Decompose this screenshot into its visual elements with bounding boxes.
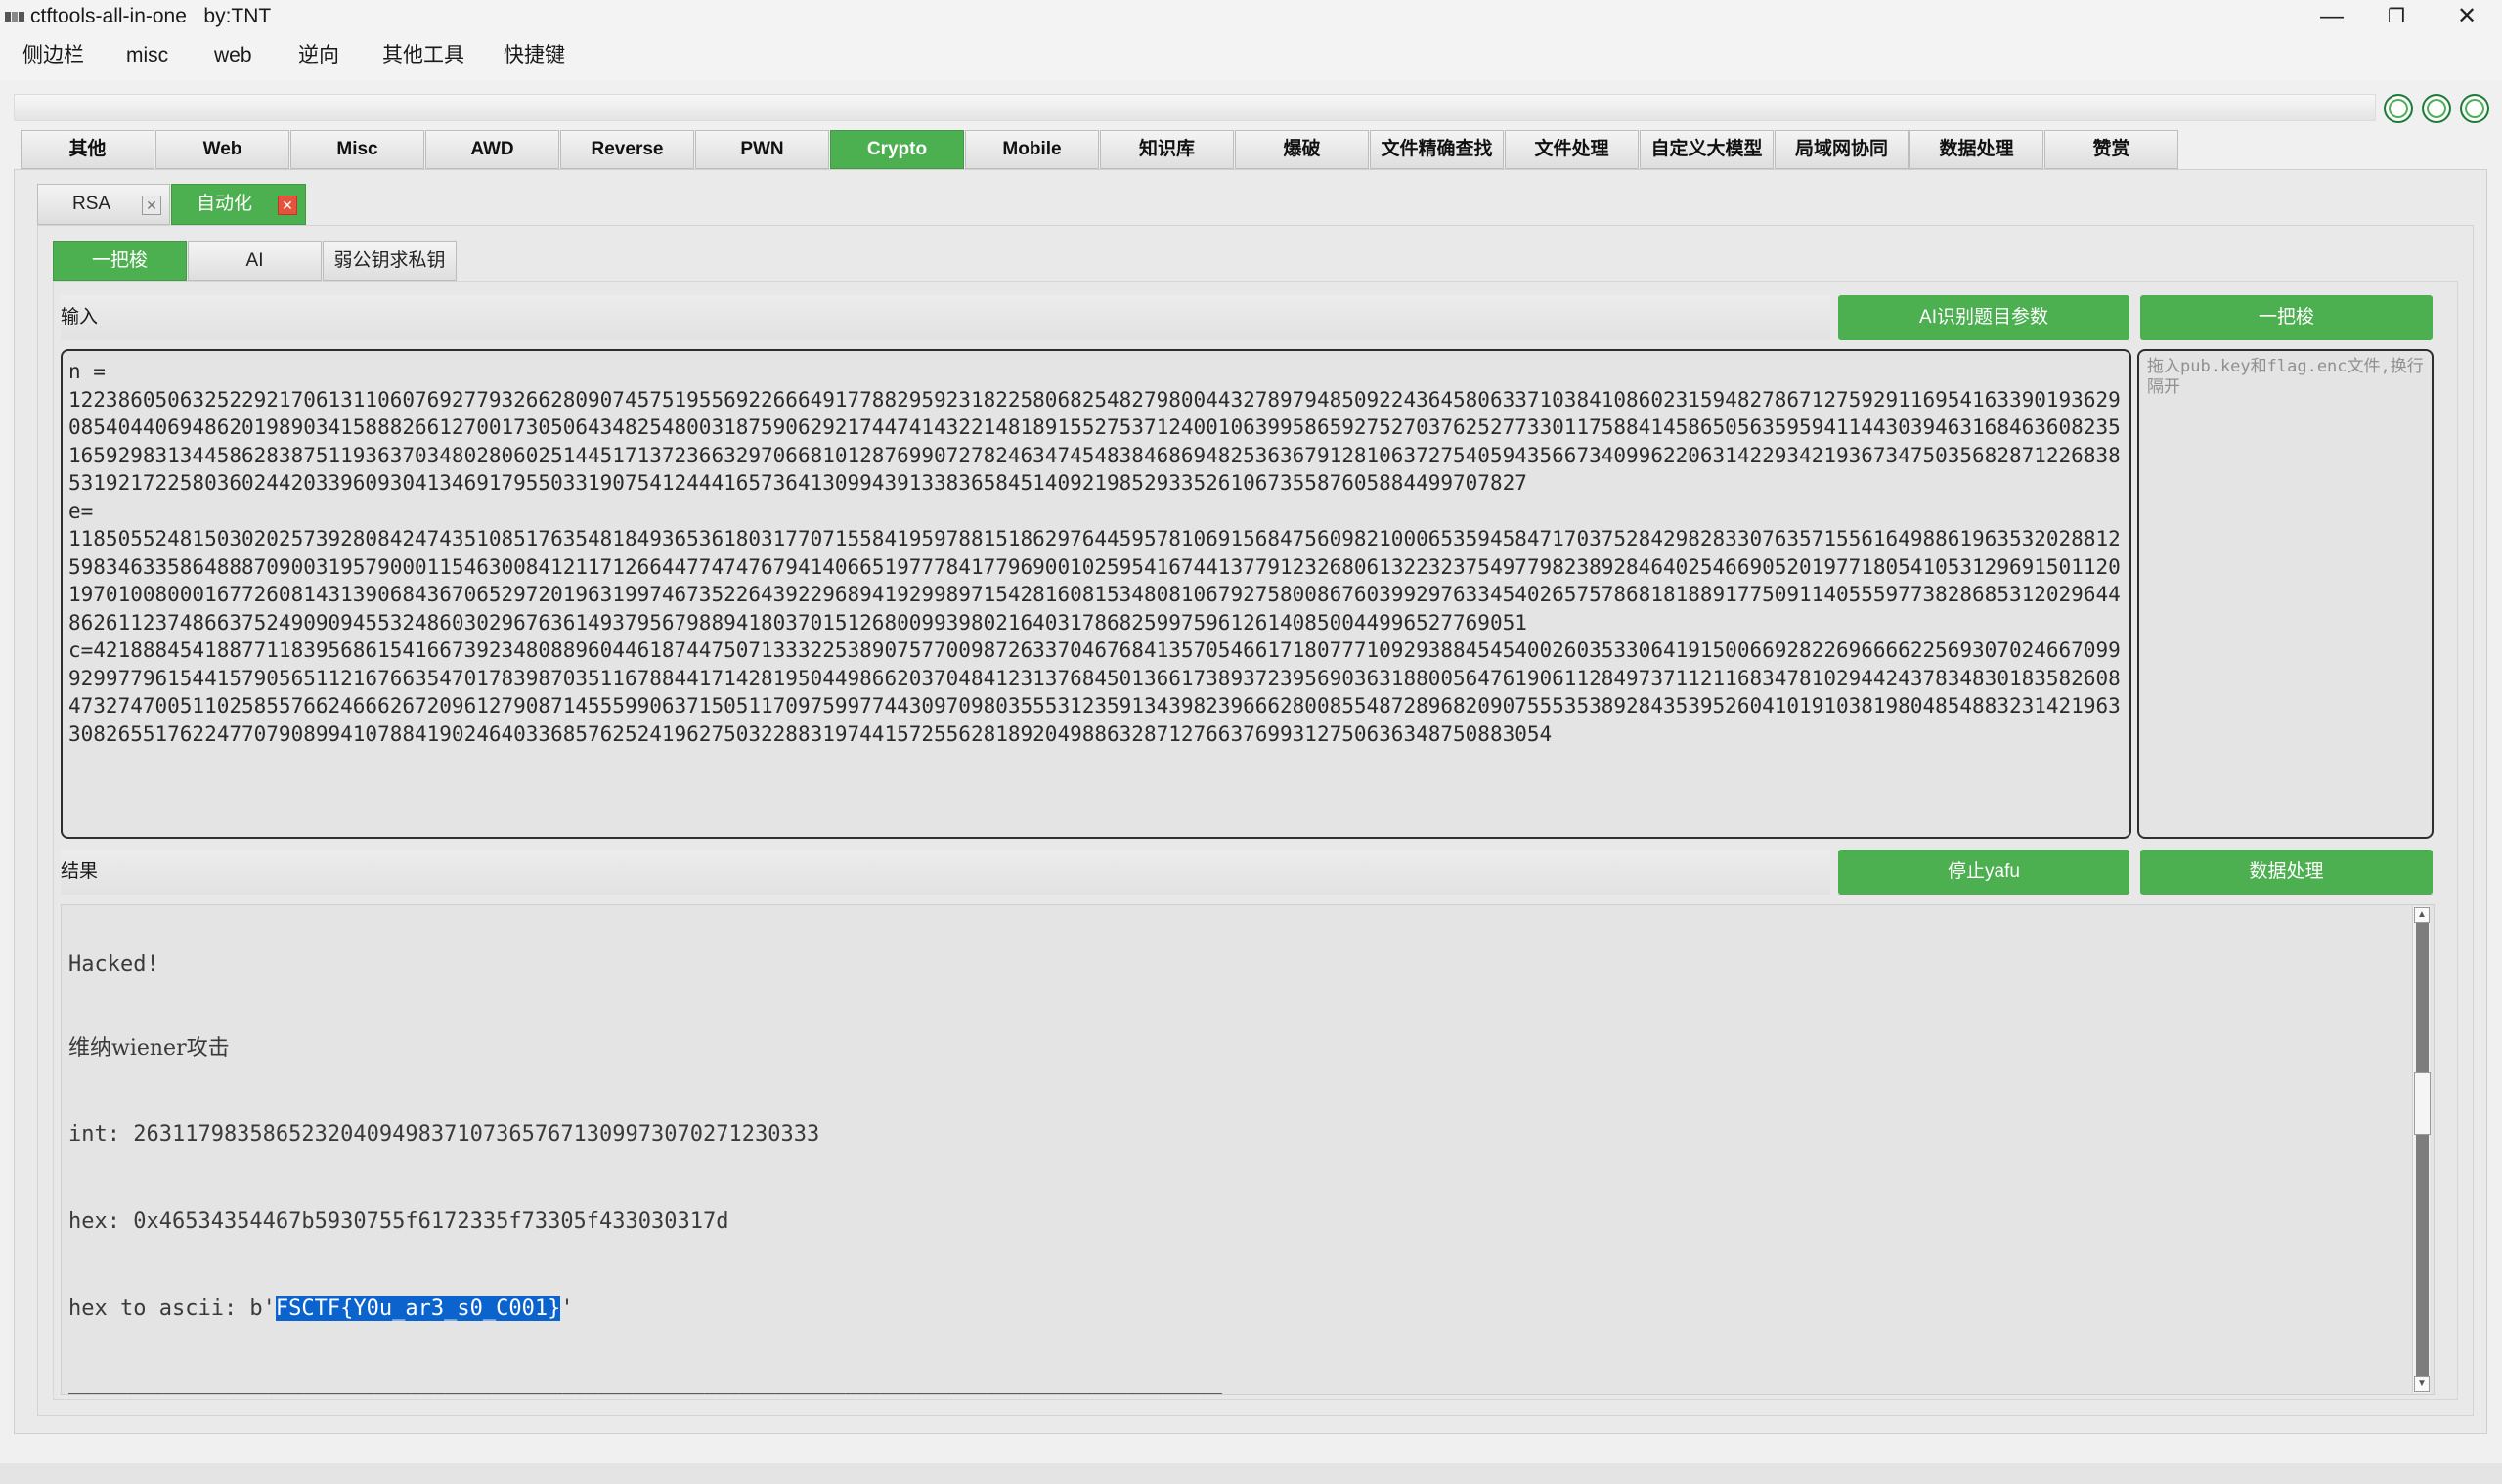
circle-button-3[interactable] [2460,94,2489,123]
scroll-down-icon[interactable]: ▼ [2414,1376,2430,1392]
tab-lan-collab[interactable]: 局域网协同 [1775,130,1909,169]
input-textarea[interactable]: n = 122386050632522921706131106076927793… [61,349,2131,839]
window-title: ctftools-all-in-one by:TNT [30,5,272,27]
minimize-button[interactable]: — [2303,0,2361,33]
tab-bruteforce[interactable]: 爆破 [1235,130,1369,169]
subtab-rsa[interactable]: RSA ✕ [37,184,170,225]
close-window-button[interactable]: ✕ [2437,0,2496,33]
tab-file-search[interactable]: 文件精确查找 [1370,130,1504,169]
subtab-rsa-label: RSA [72,194,111,214]
app-icon [5,12,24,22]
menu-misc[interactable]: misc [126,43,168,68]
tab-misc[interactable]: Misc [290,130,424,169]
subtab-automation[interactable]: 自动化 ✕ [171,184,306,225]
tab-knowledge-base[interactable]: 知识库 [1100,130,1234,169]
tab-crypto[interactable]: Crypto [830,130,964,169]
status-strip [0,1463,2502,1484]
tab-one-click[interactable]: 一把梭 [53,241,187,281]
tab-file-processing[interactable]: 文件处理 [1505,130,1639,169]
tab-awd[interactable]: AWD [425,130,559,169]
tab-data-processing[interactable]: 数据处理 [1909,130,2043,169]
tab-mobile[interactable]: Mobile [965,130,1099,169]
circle-button-2[interactable] [2422,94,2451,123]
tab-ai[interactable]: AI [188,241,322,281]
result-int: int: 26311798358652320409498371073657671… [68,1122,820,1147]
subtab-automation-label: 自动化 [197,194,253,214]
menu-sidebar[interactable]: 侧边栏 [22,43,84,68]
flag-selection[interactable]: FSCTF{Y0u_ar3_s0_C001} [275,1296,561,1321]
menu-web[interactable]: web [214,43,252,68]
ascii-suffix: ' [560,1296,574,1321]
file-drop-area[interactable]: 拖入pub.key和flag.enc文件,换行隔开 [2137,349,2434,839]
close-icon[interactable]: ✕ [278,196,297,215]
menu-bar [0,33,2502,80]
tab-other[interactable]: 其他 [21,130,154,169]
result-separator: ________________________________________… [68,1371,1223,1394]
result-label: 结果 [61,850,1830,895]
tab-donate[interactable]: 赞赏 [2044,130,2178,169]
circle-button-1[interactable] [2384,94,2413,123]
menu-shortcuts[interactable]: 快捷键 [504,43,565,68]
input-label: 输入 [61,295,1830,340]
run-one-click-button[interactable]: 一把梭 [2140,295,2433,340]
result-wiener: 维纳wiener攻击 [68,1036,230,1061]
result-hex: hex: 0x46534354467b5930755f6172335f73305… [68,1209,729,1234]
close-icon[interactable]: ✕ [142,196,161,215]
toolbar-strip [14,94,2376,121]
ascii-prefix: hex to ascii: b' [68,1296,276,1321]
tab-custom-llm[interactable]: 自定义大模型 [1640,130,1774,169]
menu-reverse[interactable]: 逆向 [298,43,339,68]
ai-detect-params-button[interactable]: AI识别题目参数 [1838,295,2129,340]
tab-reverse[interactable]: Reverse [560,130,694,169]
scroll-thumb[interactable] [2414,1072,2431,1135]
tab-pwn[interactable]: PWN [695,130,829,169]
stop-yafu-button[interactable]: 停止yafu [1838,850,2129,895]
scroll-up-icon[interactable]: ▲ [2414,907,2430,923]
data-processing-button[interactable]: 数据处理 [2140,850,2433,895]
menu-other-tools[interactable]: 其他工具 [382,43,464,68]
title-bar [0,0,2502,33]
scroll-track[interactable] [2416,923,2429,1376]
tab-web[interactable]: Web [155,130,289,169]
result-ascii: hex to ascii: b'FSCTF{Y0u_ar3_s0_C001}' [68,1295,574,1323]
maximize-button[interactable]: ❐ [2367,0,2426,33]
result-hacked: Hacked! [68,952,159,977]
tab-weak-pubkey[interactable]: 弱公钥求私钥 [323,241,457,281]
